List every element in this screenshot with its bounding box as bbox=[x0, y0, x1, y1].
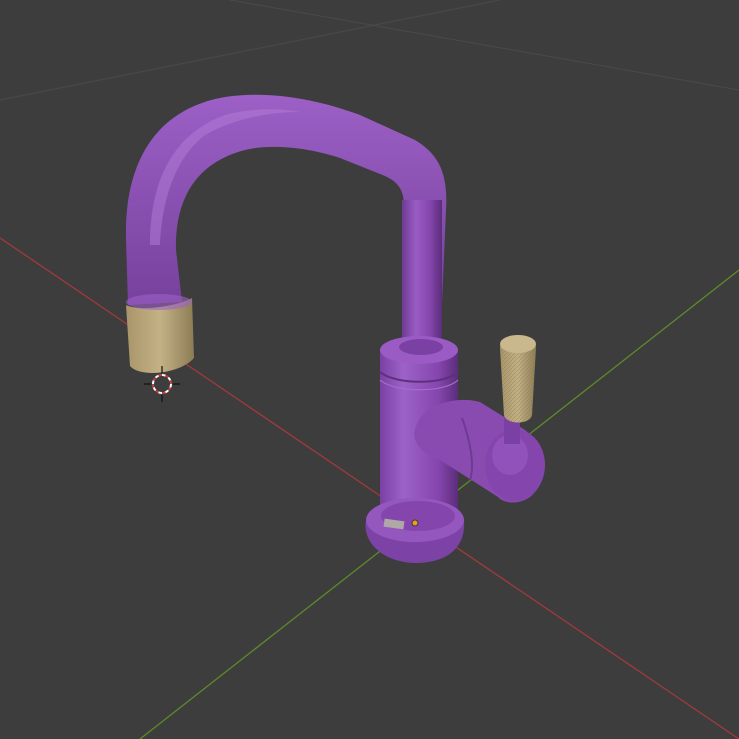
viewport-canvas[interactable] bbox=[0, 0, 739, 739]
lever-top bbox=[500, 335, 536, 353]
object-origin-icon[interactable] bbox=[411, 519, 419, 527]
faucet-neck[interactable] bbox=[402, 200, 442, 360]
spout-tip-ring bbox=[126, 294, 192, 310]
floor-grid bbox=[0, 0, 739, 101]
3d-viewport[interactable] bbox=[0, 0, 739, 739]
body-top-inner bbox=[399, 339, 443, 355]
faucet-model[interactable] bbox=[125, 94, 545, 563]
x-axis-line bbox=[0, 237, 739, 739]
